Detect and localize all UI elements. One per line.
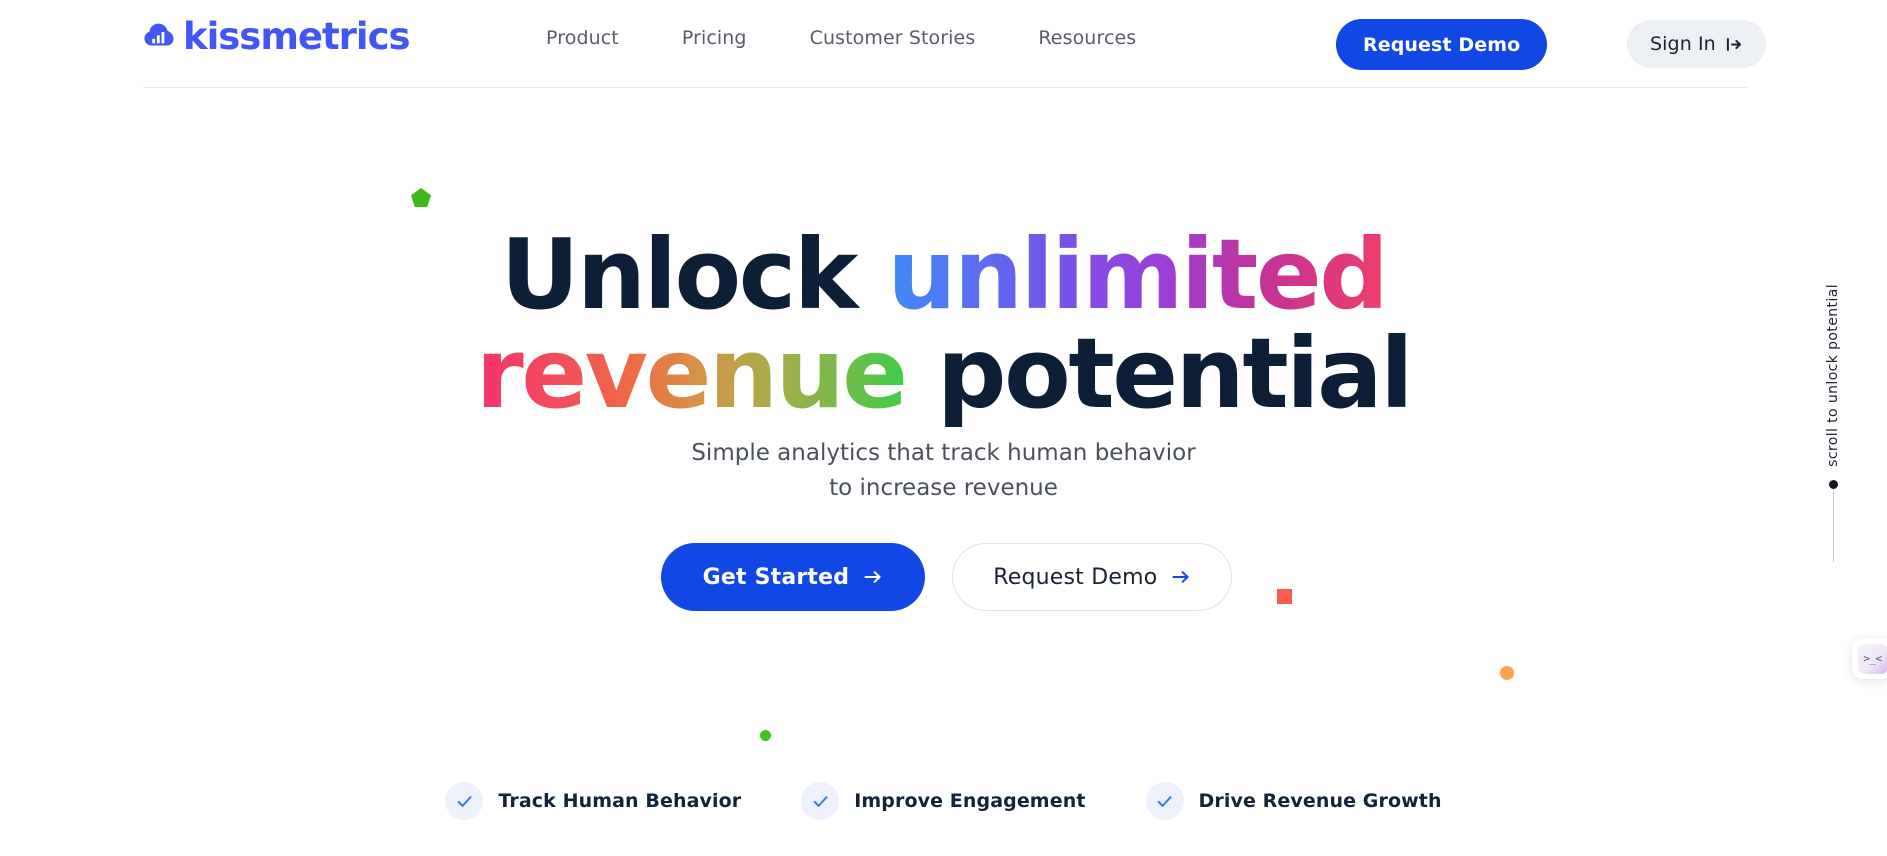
get-started-button[interactable]: Get Started <box>660 543 926 611</box>
page-title: Unlock unlimited revenue potential <box>0 225 1887 424</box>
nav-item-resources[interactable]: Resources <box>1038 27 1136 49</box>
nav-item-pricing[interactable]: Pricing <box>682 27 747 49</box>
nav-item-customer-stories[interactable]: Customer Stories <box>810 27 976 49</box>
orange-dot-decoration-icon <box>1500 666 1514 680</box>
sign-in-button[interactable]: Sign In <box>1627 20 1766 68</box>
bar-chart-cloud-icon <box>144 23 174 46</box>
brand-logo[interactable]: kissmetrics <box>143 15 411 58</box>
pentagon-decoration-icon <box>411 188 431 207</box>
check-icon <box>813 795 828 807</box>
feature-label: Track Human Behavior <box>498 790 742 812</box>
square-decoration-icon <box>1277 589 1292 604</box>
arrow-right-icon <box>864 571 881 583</box>
brand-name: kissmetrics <box>183 15 411 58</box>
hero-cta-row: Get Started Request Demo <box>0 543 1887 611</box>
kaomoji-face-icon: >_< <box>1857 643 1887 674</box>
headline-plain-2: potential <box>905 316 1413 430</box>
nav-item-product[interactable]: Product <box>546 27 619 49</box>
headline-line-2: revenue potential <box>0 324 1887 424</box>
hero-request-demo-label: Request Demo <box>993 564 1158 590</box>
check-icon <box>1157 795 1172 807</box>
check-badge <box>801 782 840 820</box>
header-request-demo-button[interactable]: Request Demo <box>1336 19 1548 70</box>
green-dot-decoration-icon <box>760 730 771 741</box>
feature-label: Improve Engagement <box>854 790 1086 812</box>
page-root: kissmetrics Product Pricing Customer Sto… <box>0 0 1887 856</box>
check-icon <box>457 795 472 807</box>
feedback-widget-button[interactable]: >_< <box>1852 638 1887 679</box>
feature-item-improve-engagement: Improve Engagement <box>801 782 1085 820</box>
check-badge <box>445 782 484 820</box>
primary-nav: Product Pricing Customer Stories Resourc… <box>546 27 1136 49</box>
feature-list: Track Human Behavior Improve Engagement … <box>0 782 1887 820</box>
arrow-right-icon <box>1172 571 1189 583</box>
feature-item-track-human-behavior: Track Human Behavior <box>445 782 741 820</box>
hero-subheading: Simple analytics that track human behavi… <box>691 440 1196 501</box>
check-badge <box>1145 782 1184 820</box>
hero-section: Unlock unlimited revenue potential Simpl… <box>0 88 1887 856</box>
feature-label: Drive Revenue Growth <box>1198 790 1442 812</box>
headline-plain-1: Unlock <box>500 218 888 331</box>
sign-in-label: Sign In <box>1650 33 1716 55</box>
scroll-hint-label: scroll to unlock potential <box>1825 284 1841 467</box>
login-arrow-icon <box>1726 37 1741 51</box>
scroll-hint-line <box>1832 488 1834 562</box>
headline-gradient-2: revenue <box>475 316 908 430</box>
get-started-label: Get Started <box>702 564 850 590</box>
scroll-hint-dot-icon <box>1828 479 1838 489</box>
site-header: kissmetrics Product Pricing Customer Sto… <box>0 0 1887 88</box>
feature-item-drive-revenue-growth: Drive Revenue Growth <box>1145 782 1442 820</box>
hero-request-demo-button[interactable]: Request Demo <box>952 543 1233 611</box>
headline-gradient-1: unlimited <box>887 218 1388 331</box>
scroll-hint: scroll to unlock potential <box>1820 284 1846 562</box>
headline-line-1: Unlock unlimited <box>0 225 1887 325</box>
